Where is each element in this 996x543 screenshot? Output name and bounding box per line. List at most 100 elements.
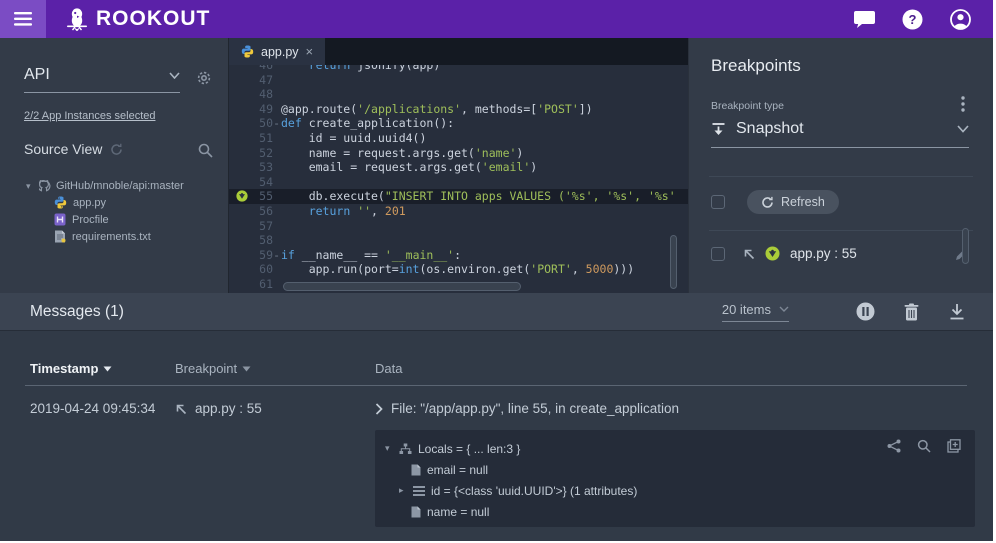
caret-down-icon[interactable]: ▾ xyxy=(385,443,393,454)
hierarchy-icon xyxy=(399,443,412,455)
tab-app-py[interactable]: app.py × xyxy=(229,38,325,65)
code-text xyxy=(281,87,688,102)
rookout-breakpoint-icon[interactable] xyxy=(236,190,248,202)
gutter-line-57[interactable]: 57 xyxy=(229,219,281,234)
locals-variable-row[interactable]: ▸id = {<class 'uuid.UUID'>} (1 attribute… xyxy=(385,480,965,501)
gutter-line-47[interactable]: 47 xyxy=(229,73,281,88)
gutter-line-51[interactable]: 51 xyxy=(229,131,281,146)
breakpoint-checkbox[interactable] xyxy=(711,247,725,261)
caret-right-icon[interactable]: ▸ xyxy=(399,485,407,496)
tab-close-icon[interactable]: × xyxy=(306,45,314,58)
fold-marker[interactable]: - xyxy=(273,116,280,131)
refresh-row: Refresh xyxy=(711,190,839,214)
panel-scrollbar[interactable] xyxy=(962,228,969,264)
message-data-summary[interactable]: File: "/app/app.py", line 55, in create_… xyxy=(375,401,679,416)
code-line-56: 56 return '', 201 xyxy=(229,204,688,219)
fold-marker[interactable]: - xyxy=(273,248,280,263)
messages-body: Timestamp Breakpoint Data 2019-04-24 09:… xyxy=(0,331,993,541)
code-area: 46 return jsonify(app)474849@app.route('… xyxy=(229,65,688,293)
breakpoint-type-value: Snapshot xyxy=(736,120,947,138)
breakpoint-item-label: app.py : 55 xyxy=(790,246,945,261)
gutter-line-56[interactable]: 56 xyxy=(229,204,281,219)
caret-down-icon[interactable]: ▾ xyxy=(26,181,34,192)
gutter-line-52[interactable]: 52 xyxy=(229,146,281,161)
search-icon[interactable] xyxy=(917,439,931,453)
python-file-icon xyxy=(241,45,254,58)
app-select-value: API xyxy=(24,66,169,84)
code-line-52: 52 name = request.args.get('name') xyxy=(229,146,688,161)
logo-wordmark: ROOKOUT xyxy=(96,7,210,31)
gutter-line-55[interactable]: 55 xyxy=(229,189,281,204)
help-icon[interactable]: ? xyxy=(901,8,923,30)
app-select[interactable]: API xyxy=(24,66,180,93)
search-icon[interactable] xyxy=(198,143,213,158)
vertical-scrollbar[interactable] xyxy=(670,235,677,289)
gutter-line-61[interactable]: 61 xyxy=(229,277,281,292)
code-text xyxy=(281,219,688,234)
locals-root[interactable]: ▾ Locals = { ... len:3 } xyxy=(385,438,965,459)
messages-title: Messages (1) xyxy=(30,303,124,321)
tree-file-procfile[interactable]: Procfile xyxy=(0,211,228,228)
gutter-line-59[interactable]: 59- xyxy=(229,248,281,263)
column-header-data: Data xyxy=(375,361,402,376)
trash-icon[interactable] xyxy=(901,302,921,322)
code-text: return '', 201 xyxy=(281,204,688,219)
code-text: db.execute("INSERT INTO apps VALUES ('%s… xyxy=(281,189,688,204)
app-instances-link[interactable]: 2/2 App Instances selected xyxy=(24,110,155,122)
breakpoint-type-select[interactable]: Snapshot xyxy=(711,120,969,148)
column-header-breakpoint[interactable]: Breakpoint xyxy=(175,361,251,376)
gutter-line-50[interactable]: 50- xyxy=(229,116,281,131)
add-to-watch-icon[interactable] xyxy=(947,439,961,453)
messages-header: Messages (1) 20 items xyxy=(0,293,993,331)
page-size-select[interactable]: 20 items xyxy=(722,302,789,322)
gutter-line-48[interactable]: 48 xyxy=(229,87,281,102)
gutter-line-53[interactable]: 53 xyxy=(229,160,281,175)
gutter-line-60[interactable]: 60 xyxy=(229,262,281,277)
select-all-checkbox[interactable] xyxy=(711,195,725,209)
source-view-header: Source View xyxy=(24,141,123,157)
tree-file-requirements[interactable]: requirements.txt xyxy=(0,228,228,245)
refresh-icon xyxy=(761,196,774,209)
code-line-51: 51 id = uuid.uuid4() xyxy=(229,131,688,146)
code-text xyxy=(281,175,688,190)
code-text: name = request.args.get('name') xyxy=(281,146,688,161)
chat-icon[interactable] xyxy=(853,8,875,30)
share-icon[interactable] xyxy=(887,439,901,453)
code-text: return jsonify(app) xyxy=(281,65,688,73)
horizontal-scrollbar[interactable] xyxy=(283,282,521,291)
tree-root-label: GitHub/mnoble/api:master xyxy=(56,180,184,192)
code-editor: app.py × 46 return jsonify(app)474849@ap… xyxy=(228,38,688,293)
locals-variable-row[interactable]: name = null xyxy=(385,501,965,522)
tree-file-label: app.py xyxy=(73,197,106,209)
sort-caret-icon xyxy=(103,366,112,372)
tree-file-label: requirements.txt xyxy=(72,231,151,243)
sort-caret-icon xyxy=(242,366,251,372)
gear-icon[interactable] xyxy=(196,70,212,86)
hamburger-icon xyxy=(14,12,32,26)
chevron-down-icon xyxy=(169,72,180,79)
code-line-48: 48 xyxy=(229,87,688,102)
column-header-timestamp[interactable]: Timestamp xyxy=(30,361,112,376)
topbar-actions: ? xyxy=(853,8,993,30)
gutter-line-58[interactable]: 58 xyxy=(229,233,281,248)
gutter-line-49[interactable]: 49 xyxy=(229,102,281,117)
hamburger-menu-button[interactable] xyxy=(0,0,46,38)
pause-icon[interactable] xyxy=(855,302,875,322)
tree-root-repo[interactable]: ▾ GitHub/mnoble/api:master xyxy=(0,178,228,194)
code-line-49: 49@app.route('/applications', methods=['… xyxy=(229,102,688,117)
rookout-logo: ROOKOUT xyxy=(64,5,210,33)
code-line-54: 54 xyxy=(229,175,688,190)
gutter-line-46[interactable]: 46 xyxy=(229,65,281,73)
refresh-button[interactable]: Refresh xyxy=(747,190,839,214)
top-bar: ROOKOUT ? xyxy=(0,0,993,38)
breakpoint-list-item[interactable]: app.py : 55 xyxy=(711,246,969,261)
sync-icon[interactable] xyxy=(110,143,123,156)
tree-file-app-py[interactable]: app.py xyxy=(0,194,228,211)
breakpoints-title: Breakpoints xyxy=(711,56,801,76)
kebab-menu-icon[interactable] xyxy=(961,96,965,112)
gutter-line-54[interactable]: 54 xyxy=(229,175,281,190)
locals-variable-row[interactable]: email = null xyxy=(385,459,965,480)
download-icon[interactable] xyxy=(947,302,967,322)
message-row[interactable]: 2019-04-24 09:45:34 app.py : 55 File: "/… xyxy=(0,397,993,423)
account-icon[interactable] xyxy=(949,8,971,30)
